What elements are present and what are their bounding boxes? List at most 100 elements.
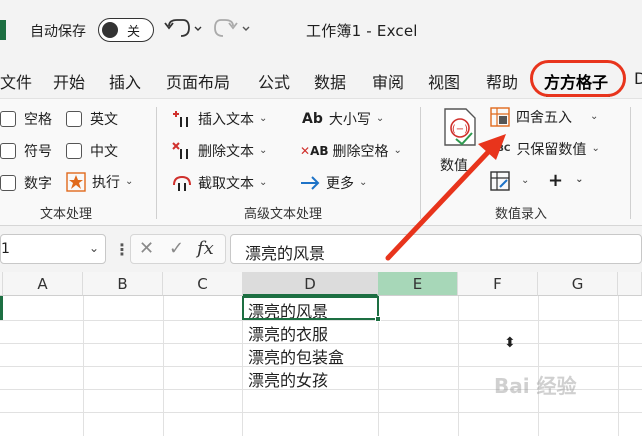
document-title: 工作簿1 - Excel	[306, 22, 418, 40]
cell-d4[interactable]: 漂亮的女孩	[248, 367, 328, 391]
formula-buttons: ✕ ✓ fx	[130, 234, 226, 264]
more-options-icon[interactable]: ⋮	[114, 240, 130, 259]
column-header-f[interactable]: F	[458, 272, 538, 296]
redo-button[interactable]	[211, 14, 253, 44]
add-button[interactable]: + ⌄	[548, 170, 583, 191]
chevron-down-icon[interactable]: ⌄	[89, 241, 99, 255]
chevron-down-icon: ⌄	[521, 174, 530, 186]
checkbox-box	[66, 111, 82, 127]
autosave-state: 关	[127, 25, 141, 40]
insert-text-label: 插入文本	[198, 112, 254, 128]
chevron-down-icon: ⌄	[393, 144, 402, 156]
chevron-down-icon: ⌄	[259, 112, 268, 124]
arrow-right-icon	[301, 176, 320, 190]
number-big-label: 数值	[440, 158, 468, 174]
english-checkbox[interactable]: 英文	[66, 109, 118, 129]
text-group-label: 文本处理	[40, 207, 93, 222]
name-box[interactable]: 1 ⌄	[0, 234, 106, 264]
round-label: 四舍五入	[516, 110, 572, 126]
delete-text-icon	[172, 142, 188, 159]
extract-text-button[interactable]: 截取文本 ⌄	[172, 173, 267, 193]
delete-text-button[interactable]: 删除文本 ⌄	[172, 141, 267, 161]
checkbox-box	[0, 143, 16, 159]
autosave-toggle[interactable]: 关	[98, 18, 154, 42]
tab-home[interactable]: 开始	[53, 69, 85, 93]
chevron-down-icon: ⌄	[375, 112, 385, 124]
insert-text-button[interactable]: 插入文本 ⌄	[172, 109, 267, 129]
insert-text-icon	[173, 111, 188, 127]
fx-icon[interactable]: fx	[197, 238, 214, 259]
number-big-button[interactable]: (−) 数值	[434, 105, 484, 179]
group-divider	[420, 107, 421, 219]
spreadsheet-grid[interactable]: A B C D E F G 漂亮的风景 漂亮的衣服 漂亮的包装盒 漂亮的女孩	[0, 272, 642, 436]
column-header-c[interactable]: C	[163, 272, 243, 296]
column-header-g[interactable]: G	[538, 272, 618, 296]
execute-label: 执行	[92, 175, 120, 191]
round-icon	[490, 107, 510, 127]
toggle-knob	[102, 22, 118, 38]
chinese-checkbox[interactable]: 中文	[66, 141, 118, 161]
advanced-group-label: 高级文本处理	[244, 207, 323, 222]
chevron-down-icon: ⌄	[359, 176, 368, 188]
delete-space-button[interactable]: ✕AB 删除空格 ⌄	[300, 141, 402, 161]
grid-line	[0, 412, 642, 413]
column-header-d[interactable]: D	[243, 272, 378, 296]
english-label: 英文	[90, 112, 118, 128]
chevron-down-icon: ⌄	[259, 144, 268, 156]
column-header-overflow[interactable]	[618, 272, 642, 296]
round-button[interactable]: 四舍五入 ⌄	[490, 107, 598, 127]
chevron-down-icon: ⌄	[575, 174, 584, 185]
tab-review[interactable]: 审阅	[372, 69, 404, 93]
extract-text-label: 截取文本	[198, 176, 254, 192]
tab-file[interactable]: 文件	[0, 69, 32, 93]
table-tool-button[interactable]: ⌄	[490, 171, 529, 191]
mouse-cursor-icon: ⬍	[504, 335, 516, 351]
ribbon: 空格 英文 符号 中文 数字 执行 ⌄ 文本处理 插入文本 ⌄ 删除文本 ⌄ 截…	[0, 98, 642, 226]
abc-icon: ABC	[490, 144, 511, 154]
excel-logo-icon[interactable]	[0, 20, 6, 40]
plus-icon: +	[548, 170, 564, 191]
case-label: 大小写	[328, 112, 371, 128]
table-edit-icon	[490, 171, 510, 191]
execute-icon	[66, 172, 86, 192]
selected-row-indicator	[0, 296, 3, 320]
delete-space-icon: ✕AB	[300, 144, 329, 158]
number-checkbox[interactable]: 数字	[0, 173, 52, 193]
tab-data[interactable]: 数据	[314, 69, 346, 93]
fill-handle[interactable]	[375, 316, 381, 322]
more-button[interactable]: 更多 ⌄	[300, 173, 367, 193]
symbol-label: 符号	[24, 144, 52, 160]
keep-values-button[interactable]: ABC 只保留数值 ⌄	[490, 139, 600, 159]
column-header-e[interactable]: E	[378, 272, 458, 296]
active-cell-outline[interactable]	[242, 296, 381, 322]
tab-insert[interactable]: 插入	[109, 69, 141, 93]
column-header-b[interactable]: B	[83, 272, 163, 296]
cell-d2[interactable]: 漂亮的衣服	[248, 321, 328, 345]
execute-button[interactable]: 执行 ⌄	[66, 172, 133, 192]
chevron-down-icon: ⌄	[590, 110, 599, 122]
tab-overflow[interactable]: D	[634, 69, 642, 88]
confirm-icon[interactable]: ✓	[169, 238, 184, 259]
autosave-label: 自动保存	[30, 24, 86, 40]
case-button[interactable]: Ab 大小写 ⌄	[302, 109, 384, 129]
undo-icon	[164, 19, 202, 37]
number-group-label: 数值录入	[495, 207, 548, 222]
formula-input[interactable]: 漂亮的风景	[230, 234, 642, 264]
cancel-icon[interactable]: ✕	[139, 238, 154, 259]
symbol-checkbox[interactable]: 符号	[0, 141, 52, 161]
case-icon: Ab	[302, 111, 323, 127]
tab-formulas[interactable]: 公式	[258, 69, 290, 93]
column-header-a[interactable]: A	[3, 272, 83, 296]
chevron-down-icon: ⌄	[125, 175, 134, 187]
tab-view[interactable]: 视图	[428, 69, 460, 93]
space-checkbox[interactable]: 空格	[0, 109, 52, 129]
group-divider	[630, 107, 631, 219]
group-divider	[156, 107, 157, 219]
tab-page-layout[interactable]: 页面布局	[166, 69, 230, 93]
menu-bar: 文件 开始 插入 页面布局 公式 数据 审阅 视图 帮助 方方格子 D	[0, 60, 642, 98]
delete-space-label: 删除空格	[332, 144, 389, 160]
tab-help[interactable]: 帮助	[486, 69, 518, 93]
chevron-down-icon: ⌄	[591, 142, 600, 154]
undo-button[interactable]	[163, 14, 205, 44]
cell-d3[interactable]: 漂亮的包装盒	[248, 344, 344, 368]
